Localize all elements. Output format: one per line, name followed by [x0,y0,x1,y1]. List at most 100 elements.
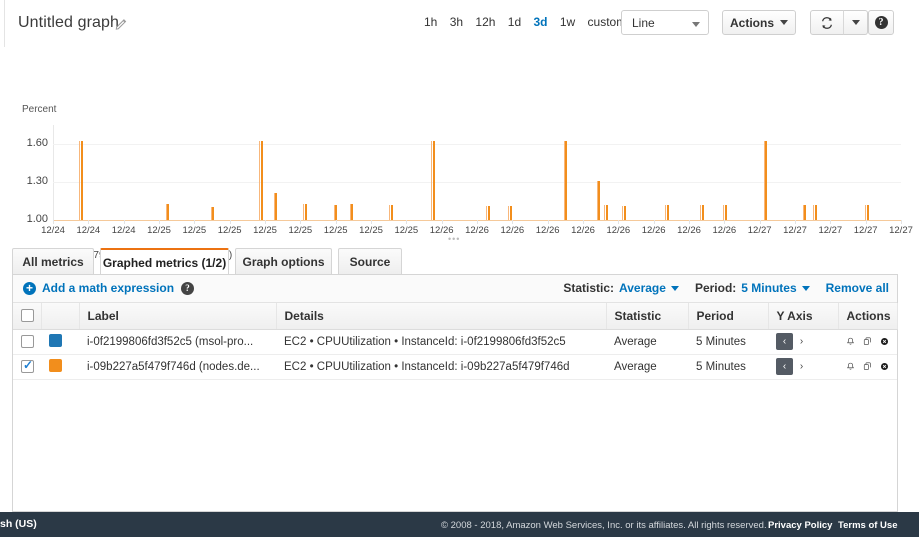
table-header-row: Label Details Statistic Period Y Axis Ac… [13,303,898,330]
metrics-tabs: All metrics Graphed metrics (1/2) Graph … [12,248,898,275]
alarm-bell-icon[interactable] [846,335,855,348]
x-axis-tick-label: 12/27 [818,225,843,236]
remove-icon[interactable] [880,335,889,348]
range-1w[interactable]: 1w [560,15,575,29]
help-button[interactable]: ? [868,10,894,35]
page-title: Untitled graph [18,14,120,31]
metric-period[interactable]: 5 Minutes [688,354,768,380]
metric-statistic[interactable]: Average [606,329,688,355]
x-axis-tick-label: 12/26 [606,225,631,236]
x-axis-tick-mark [53,220,54,224]
x-axis-tick-label: 12/25 [394,225,419,236]
row-y-axis-cell: ‹ › [768,354,838,380]
chart-spike [167,203,170,220]
select-all-checkbox[interactable] [21,308,34,322]
remove-icon[interactable] [880,360,889,373]
x-axis-tick-mark [406,220,408,224]
range-1h[interactable]: 1h [424,15,437,29]
x-axis-tick-label: 12/26 [571,225,595,236]
chart-spike [335,204,338,220]
header-color [41,303,80,330]
chart-spike [432,141,435,220]
language-selector[interactable]: sh (US) [0,518,37,530]
tab-graphed-metrics[interactable]: Graphed metrics (1/2) [100,248,229,275]
refresh-options-button[interactable] [843,10,868,35]
tab-source[interactable]: Source [338,248,402,274]
chevron-down-icon[interactable] [801,285,810,291]
row-checkbox-cell [13,354,41,380]
chart-spike [304,203,307,220]
y-axis-tick-label: 1.00 [26,213,48,225]
header-select-all [13,303,42,330]
chart-spike [212,207,215,220]
period-value[interactable]: 5 Minutes [741,281,796,295]
x-axis-tick-mark [689,220,690,224]
metric-checkbox[interactable] [21,334,34,348]
plot-area[interactable] [53,125,901,220]
x-axis-tick-mark [795,220,796,224]
x-axis-tick-mark [335,220,337,224]
metric-color-swatch[interactable] [49,333,62,347]
metric-details: EC2 • CPUUtilization • InstanceId: i-09b… [276,354,606,380]
x-axis-tick-mark [477,220,478,224]
x-axis-tick-mark [159,220,160,224]
statistic-value[interactable]: Average [619,281,666,295]
y-axis-left-button[interactable]: ‹ [776,358,793,375]
chevron-down-icon[interactable] [670,285,679,291]
x-axis-tick-label: 12/25 [288,225,313,236]
terms-of-use-link[interactable]: Terms of Use [838,520,897,531]
graphed-metrics-table: Label Details Statistic Period Y Axis Ac… [13,303,898,380]
remove-all-button[interactable]: Remove all [826,281,889,295]
y-axis-right-button[interactable]: › [793,358,810,375]
table-row[interactable]: i-0f2199806fd3f52c5 (msol-pro... EC2 • CP… [13,329,897,355]
metric-period[interactable]: 5 Minutes [688,329,768,355]
x-axis-tick-mark [901,220,902,224]
x-axis-tick-label: 12/25 [323,225,348,236]
panel-resize-handle[interactable]: ••• [448,234,460,244]
help-icon[interactable]: ? [181,281,195,295]
x-axis-tick-mark [371,220,372,224]
duplicate-icon[interactable] [863,335,872,348]
chart-spike [724,204,727,220]
range-1d[interactable]: 1d [508,15,521,29]
x-axis-tick-mark [618,220,620,224]
row-y-axis-cell: ‹ › [768,329,838,355]
chart-spike [390,204,393,220]
add-math-expression-button[interactable]: + Add a math expression ? [23,281,195,295]
chart-type-select[interactable]: Line [621,10,709,35]
y-axis-right-button[interactable]: › [793,333,810,350]
range-12h[interactable]: 12h [475,15,495,29]
range-3d[interactable]: 3d [533,15,547,29]
x-axis-tick-label: 12/24 [111,225,136,236]
x-axis-tick-mark [88,220,90,224]
duplicate-icon[interactable] [863,360,872,373]
chart-type-value: Line [632,16,655,30]
table-row[interactable]: i-09b227a5f479f746d (nodes.de...EC2 • CP… [13,354,897,380]
range-3h[interactable]: 3h [450,15,463,29]
metric-color-swatch[interactable] [49,358,62,372]
chart-spike [510,206,513,220]
tab-all-metrics[interactable]: All metrics [12,248,94,274]
pencil-icon[interactable] [115,17,128,30]
grid-line [53,144,901,145]
chevron-down-icon [780,20,788,25]
y-axis-unit-label: Percent [22,104,57,115]
y-axis-left-button[interactable]: ‹ [776,333,793,350]
refresh-button[interactable] [810,10,844,35]
metric-label: i-09b227a5f479f746d (nodes.de... [79,354,276,380]
alarm-bell-icon[interactable] [846,360,855,373]
x-axis-tick-label: 12/27 [747,225,772,236]
metric-statistic[interactable]: Average [606,354,688,380]
chart-spike [666,204,669,220]
x-axis-tick-label: 12/26 [535,225,560,236]
tab-graph-options[interactable]: Graph options [235,248,332,274]
x-axis-tick-mark [583,220,584,224]
time-range-picker[interactable]: 1h 3h 12h 1d 3d 1w custom [424,15,638,29]
chart-spike [701,204,704,220]
metric-checkbox[interactable] [21,358,34,373]
header-y-axis: Y Axis [768,303,839,330]
x-axis-tick-mark [724,220,726,224]
x-axis-tick-mark [512,220,514,224]
privacy-policy-link[interactable]: Privacy Policy [768,520,832,531]
actions-button[interactable]: Actions [722,10,796,35]
